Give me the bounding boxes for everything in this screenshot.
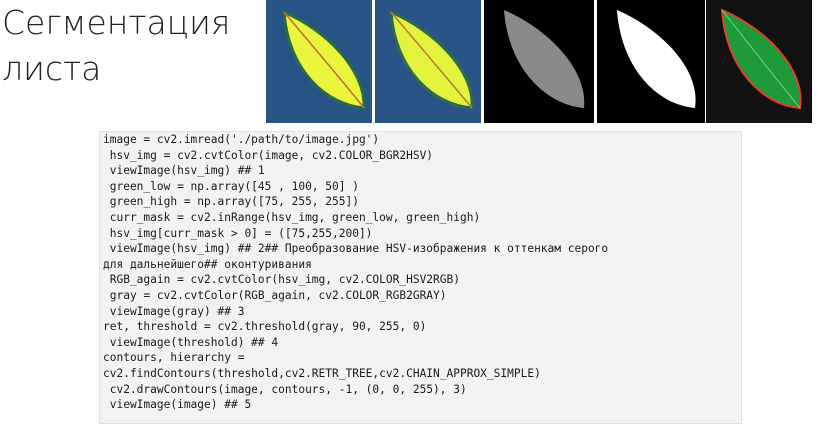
code-line: gray = cv2.cvtColor(RGB_again, cv2.COLOR… [103, 288, 447, 302]
code-line: viewImage(hsv_img) ## 2## Преобразование… [103, 242, 609, 256]
code-line: viewImage(gray) ## 3 [103, 304, 245, 318]
code-line: contours, hierarchy = [103, 351, 245, 365]
code-line: cv2.drawContours(image, contours, -1, (0… [103, 382, 467, 396]
code-line: viewImage(hsv_img) ## 1 [103, 164, 265, 178]
code-line: image = cv2.imread('./path/to/image.jpg'… [103, 133, 380, 146]
code-line: RGB_again = cv2.cvtColor(hsv_img, cv2.CO… [103, 273, 460, 287]
slide-title-line-1: Сегментация [2, 3, 231, 42]
gray-leaf-image [484, 0, 594, 123]
contour-leaf-image [706, 0, 812, 123]
code-block: image = cv2.imread('./path/to/image.jpg'… [99, 131, 742, 424]
code-line: для дальнейшего## оконтуривания [103, 257, 312, 271]
code-line: hsv_img[curr_mask > 0] = ([75,255,200]) [103, 226, 373, 240]
code-line: ret, threshold = cv2.threshold(gray, 90,… [103, 320, 427, 334]
code-line: viewImage(image) ## 5 [103, 398, 252, 412]
code-line: hsv_img = cv2.cvtColor(image, cv2.COLOR_… [103, 148, 434, 162]
code-line: viewImage(threshold) ## 4 [103, 335, 279, 349]
slide-title: Сегментация листа [2, 0, 230, 92]
threshold-leaf-image [597, 0, 705, 123]
code-line: green_high = np.array([75, 255, 255]) [103, 195, 359, 209]
original-leaf-image [266, 0, 372, 123]
code-line: curr_mask = cv2.inRange(hsv_img, green_l… [103, 210, 481, 224]
code-line: green_low = np.array([45 , 100, 50] ) [103, 179, 359, 193]
slide-title-line-2: листа [2, 49, 102, 88]
code-line: cv2.findContours(threshold,cv2.RETR_TREE… [103, 366, 541, 380]
hsv-leaf-image [375, 0, 481, 123]
